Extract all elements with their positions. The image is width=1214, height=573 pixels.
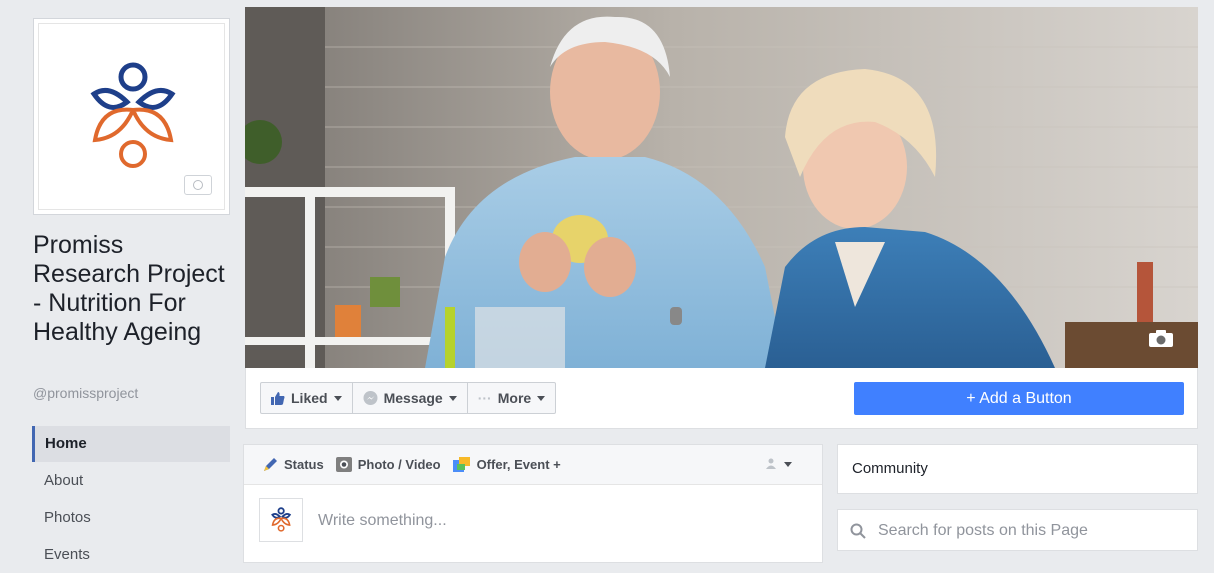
liked-button[interactable]: Liked [261, 383, 353, 413]
post-input[interactable]: Write something... [318, 512, 447, 530]
messenger-icon [363, 390, 378, 405]
tab-offer-event[interactable]: Offer, Event + [452, 457, 561, 472]
camera-icon[interactable] [1148, 330, 1174, 348]
chevron-down-icon [537, 395, 546, 401]
offer-icon [452, 457, 470, 472]
nav-item-events[interactable]: Events [32, 537, 230, 573]
search-icon [850, 523, 866, 539]
camera-icon[interactable] [184, 175, 212, 195]
add-button-label: + Add a Button [966, 389, 1072, 407]
promiss-logo [271, 507, 292, 532]
page-title: Promiss Research Project - Nutrition For… [33, 231, 225, 346]
avatar[interactable] [259, 498, 303, 542]
page-search-input[interactable]: Search for posts on this Page [837, 509, 1198, 551]
add-a-button[interactable]: + Add a Button [854, 382, 1184, 415]
message-button[interactable]: Message [353, 383, 468, 413]
more-label: More [497, 390, 532, 406]
audience-icon [766, 458, 776, 469]
tab-offer-event-label: Offer, Event + [476, 457, 561, 472]
audience-selector[interactable] [766, 458, 792, 470]
more-button[interactable]: ··· More [468, 383, 555, 413]
composer-tabs: Status Photo / Video Offer, Event + [244, 445, 822, 485]
nav-item-home[interactable]: Home [32, 426, 230, 462]
nav-item-about[interactable]: About [32, 463, 230, 499]
community-section[interactable]: Community [837, 444, 1198, 494]
tab-photo-video-label: Photo / Video [357, 457, 441, 472]
more-dots-icon: ··· [477, 390, 492, 406]
search-placeholder: Search for posts on this Page [878, 522, 1088, 539]
chevron-down-icon [784, 461, 792, 467]
page-action-buttons: Liked Message ··· More [260, 382, 557, 414]
pencil-icon [264, 457, 277, 471]
chevron-down-icon [448, 395, 457, 401]
tab-status[interactable]: Status [262, 457, 324, 473]
page-action-bar: Liked Message ··· More + Add a Button [245, 368, 1198, 429]
cover-photo[interactable] [245, 7, 1198, 368]
camera-icon [335, 457, 352, 472]
tab-photo-video[interactable]: Photo / Video [335, 457, 441, 472]
thumbs-up-icon [271, 391, 285, 405]
post-composer: Status Photo / Video Offer, Event + Writ… [243, 444, 823, 563]
message-label: Message [383, 390, 443, 406]
page-handle[interactable]: @promissproject [33, 385, 138, 401]
chevron-down-icon [333, 395, 342, 401]
nav-item-photos[interactable]: Photos [32, 500, 230, 536]
cover-image [245, 7, 1198, 368]
liked-label: Liked [291, 390, 328, 406]
tab-status-label: Status [284, 457, 324, 472]
profile-picture[interactable] [33, 18, 230, 215]
